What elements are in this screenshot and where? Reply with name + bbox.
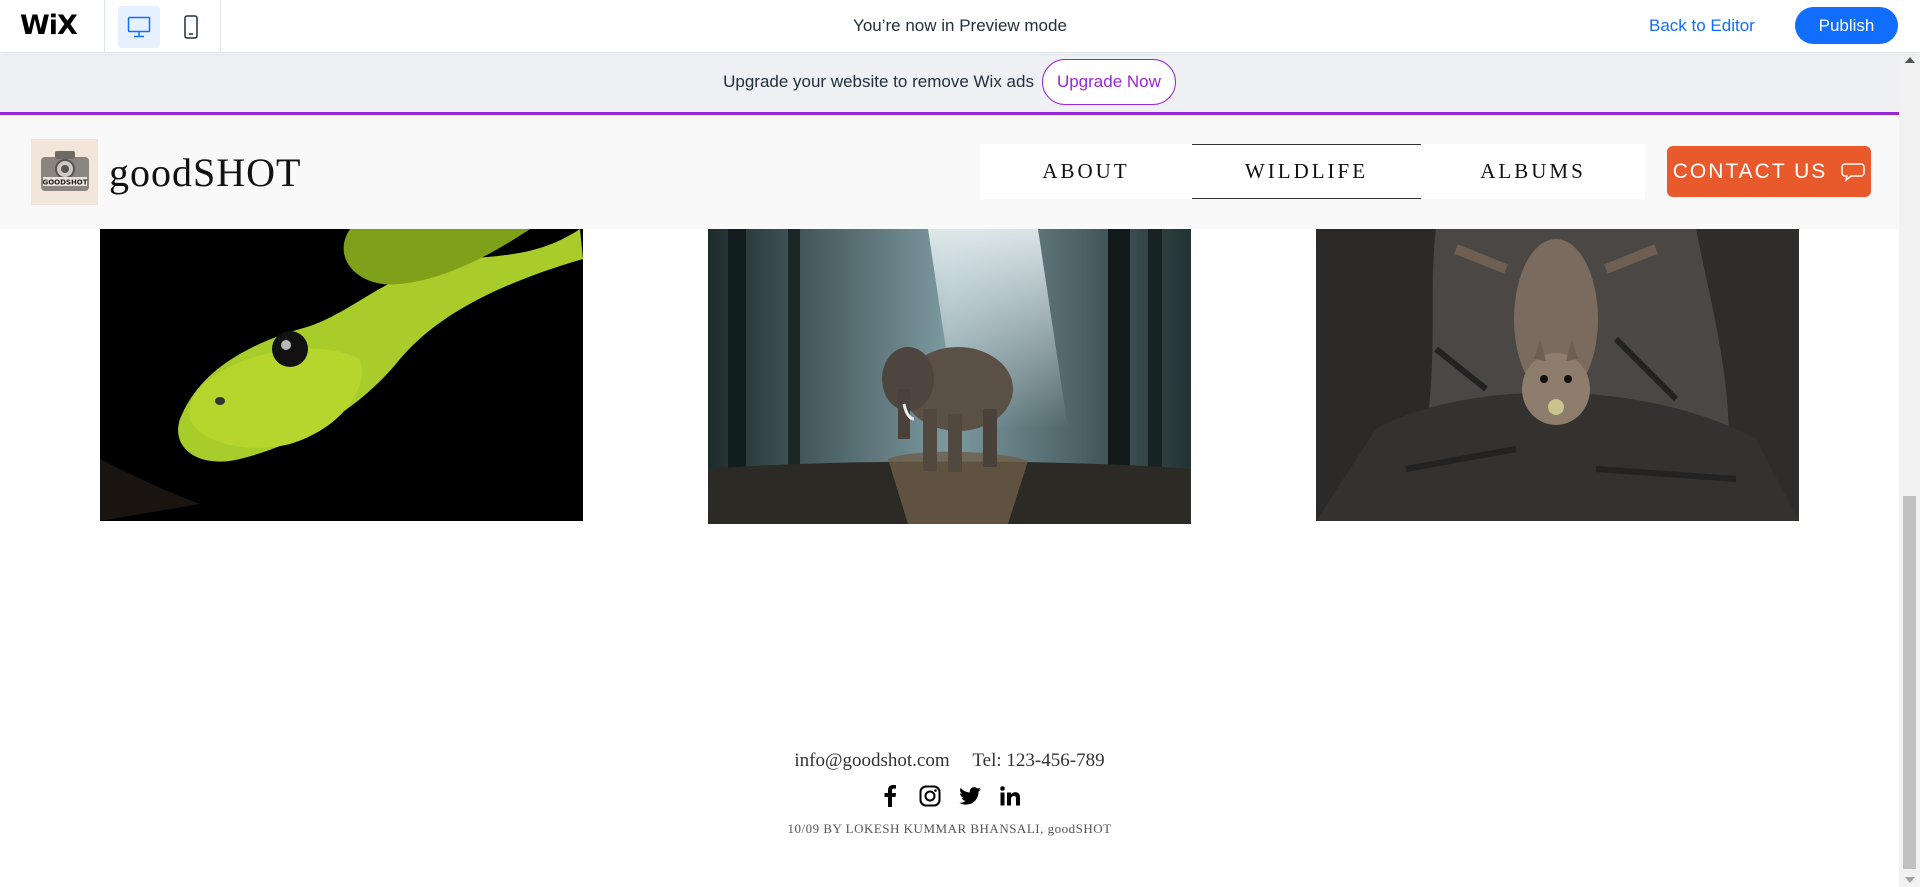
linkedin-icon[interactable]	[998, 784, 1022, 808]
scroll-thumb[interactable]	[1903, 496, 1916, 869]
nav-item-albums[interactable]: ALBUMS	[1421, 144, 1645, 199]
scroll-down-arrow[interactable]	[1905, 877, 1915, 883]
scroll-up-arrow[interactable]	[1905, 57, 1915, 63]
back-to-editor-link[interactable]: Back to Editor	[1649, 16, 1755, 36]
copyright-text: 10/09 BY LOKESH KUMMAR BHANSALI, goodSHO…	[787, 821, 1112, 836]
footer-email[interactable]: info@goodshot.com	[794, 750, 949, 771]
squirrel-image	[1316, 229, 1799, 521]
wildlife-photo-snake[interactable]	[100, 229, 583, 521]
elephant-image	[708, 229, 1191, 524]
instagram-icon[interactable]	[918, 784, 942, 808]
chat-bubble-icon	[1841, 162, 1866, 182]
footer-contact: info@goodshot.com Tel: 123-456-789	[0, 750, 1899, 772]
main-navigation: ABOUT WILDLIFE ALBUMS	[980, 144, 1645, 199]
site-title[interactable]: goodSHOT	[109, 149, 301, 196]
camera-logo-icon: GOODSHOT	[40, 151, 89, 191]
twitter-icon[interactable]	[958, 784, 982, 808]
wix-preview-bar: WiX You’re now in Preview mode Back to E…	[0, 0, 1920, 53]
upgrade-now-button[interactable]: Upgrade Now	[1041, 59, 1176, 105]
nav-item-wildlife[interactable]: WILDLIFE	[1192, 144, 1421, 199]
preview-mode-text: You’re now in Preview mode	[853, 16, 1067, 35]
snake-image	[100, 229, 583, 521]
footer-phone: Tel: 123-456-789	[972, 750, 1105, 771]
site-header: GOODSHOT goodSHOT ABOUT WILDLIFE ALBUMS …	[0, 115, 1899, 229]
nav-item-about[interactable]: ABOUT	[980, 144, 1192, 199]
wildlife-photo-squirrel[interactable]	[1316, 229, 1799, 521]
wildlife-photo-elephant[interactable]	[708, 229, 1191, 524]
site-logo[interactable]: GOODSHOT	[31, 139, 98, 205]
social-links	[0, 784, 1899, 808]
upgrade-text: Upgrade your website to remove Wix ads	[723, 72, 1034, 91]
publish-button[interactable]: Publish	[1795, 7, 1898, 44]
contact-us-button[interactable]: CONTACT US	[1667, 146, 1871, 197]
logo-lettering: GOODSHOT	[42, 179, 87, 187]
facebook-icon[interactable]	[878, 784, 902, 808]
upgrade-banner: Upgrade your website to remove Wix ads U…	[0, 54, 1899, 115]
page-scrollbar[interactable]	[1899, 54, 1920, 887]
contact-us-label: CONTACT US	[1672, 159, 1828, 183]
